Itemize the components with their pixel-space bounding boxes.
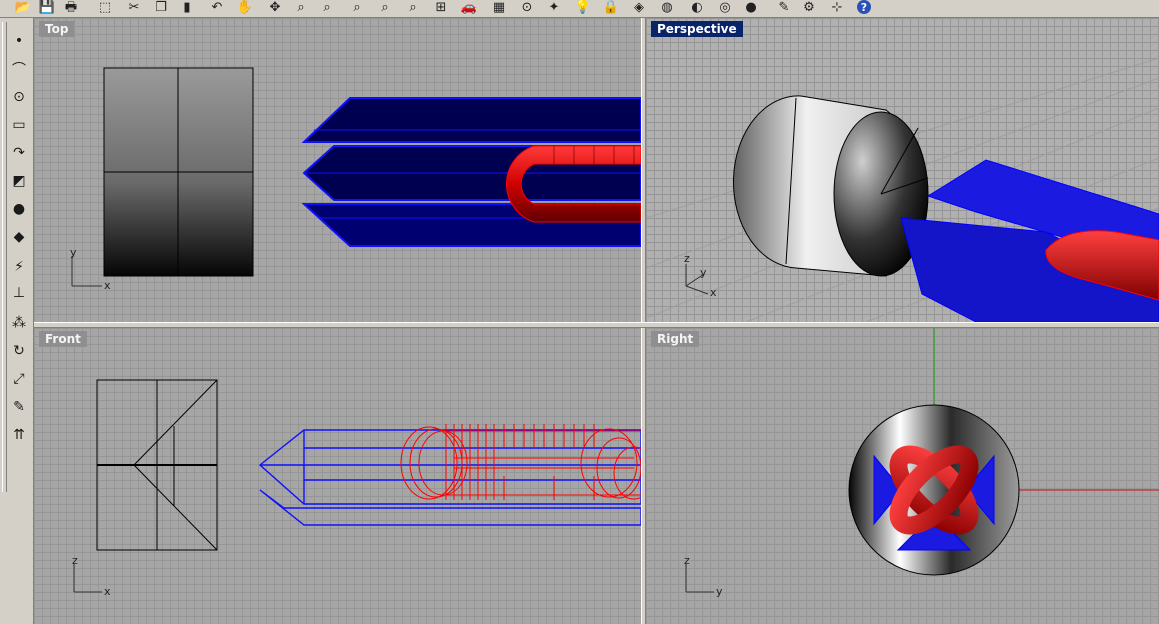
snap-icon[interactable]: ⊹	[828, 0, 846, 16]
left-tool-palette: • ⌒ ⊙ ▭ ↷ ◩ ● ◆ ⚡ ⊥ ⁂ ↻ ⤢ ✎ ⇈	[0, 18, 34, 624]
car-icon[interactable]: 🚗	[460, 0, 478, 16]
point-icon[interactable]: ⊙	[518, 0, 536, 16]
print-icon[interactable]: 🖶	[62, 0, 80, 16]
viewport-top[interactable]: Top y x	[34, 18, 641, 322]
viewport-right[interactable]: Right z y	[646, 328, 1159, 624]
dimension-tool-icon[interactable]: ⊥	[8, 282, 30, 304]
lightbulb-icon[interactable]: 💡	[574, 0, 592, 16]
undo-icon[interactable]: ↶	[208, 0, 226, 16]
svg-text:?: ?	[861, 1, 867, 14]
rotate-view-icon[interactable]: ✥	[266, 0, 284, 16]
arc-tool-icon[interactable]: ↷	[8, 142, 30, 164]
cut-icon[interactable]: ✂	[125, 0, 143, 16]
save-icon[interactable]: 💾	[38, 0, 56, 16]
array-tool-icon[interactable]: ⇈	[8, 424, 30, 446]
perspective-view-geometry	[646, 57, 1159, 322]
viewport-label-perspective[interactable]: Perspective	[651, 21, 743, 37]
viewport-label-front: Front	[39, 331, 87, 347]
axis-label-y: y	[700, 266, 707, 279]
grid-icon[interactable]: ▦	[490, 0, 508, 16]
copy-icon[interactable]: ❐	[152, 0, 170, 16]
zoom-icon[interactable]: ⌕	[292, 0, 310, 16]
zoom-all-icon[interactable]: ⌕	[404, 0, 422, 16]
axis-label-z: z	[72, 554, 78, 567]
pencil-icon[interactable]: ✎	[775, 0, 793, 16]
gear-icon[interactable]: ⚙	[800, 0, 818, 16]
rotate-tool-icon[interactable]: ↻	[8, 340, 30, 362]
layer-icon[interactable]: ◈	[630, 0, 648, 16]
zoom-extents-icon[interactable]: ⌕	[348, 0, 366, 16]
rectangle-tool-icon[interactable]: ▭	[8, 114, 30, 136]
point-tool-icon[interactable]: •	[8, 30, 30, 52]
main-toolbar: 📂 💾 🖶 ⬚ ✂ ❐ ▮ ↶ ✋ ✥ ⌕ ⌕ ⌕ ⌕ ⌕ ⊞ 🚗 ▦ ⊙ ✦ …	[0, 0, 1159, 18]
pan-icon[interactable]: ✋	[236, 0, 254, 16]
mesh-tool-icon[interactable]: ◆	[8, 226, 30, 248]
zoom-window-icon[interactable]: ⌕	[318, 0, 336, 16]
axis-indicator-top	[71, 256, 102, 287]
viewport-label-right: Right	[651, 331, 700, 347]
viewport-label-top[interactable]: Top	[39, 21, 75, 37]
right-view-geometry	[685, 328, 1159, 593]
viewport-perspective[interactable]: Perspective z y x	[646, 18, 1159, 322]
solid-tool-icon[interactable]: ●	[8, 198, 30, 220]
palette-grip[interactable]	[2, 22, 7, 492]
help-icon[interactable]: ?	[855, 0, 873, 16]
surface-tool-icon[interactable]: ◩	[8, 170, 30, 192]
select-icon[interactable]: ✦	[545, 0, 563, 16]
render-icon[interactable]: ◎	[716, 0, 734, 16]
axis-label-z: z	[684, 252, 690, 265]
axis-label-y: y	[716, 585, 723, 598]
axis-indicator-front	[73, 564, 102, 593]
axis-label-z: z	[684, 554, 690, 567]
export-icon[interactable]: ⬚	[96, 0, 114, 16]
viewport-splitter-vertical[interactable]	[641, 18, 646, 624]
zoom-selected-icon[interactable]: ⌕	[376, 0, 394, 16]
four-viewports-icon[interactable]: ⊞	[432, 0, 450, 16]
curve-tool-icon[interactable]: ⌒	[8, 58, 30, 80]
lightning-tool-icon[interactable]: ⚡	[8, 256, 30, 278]
scale-tool-icon[interactable]: ⤢	[8, 368, 30, 390]
render-sphere-icon[interactable]: ●	[742, 0, 760, 16]
transform-tool-icon[interactable]: ⁂	[8, 312, 30, 334]
color-icon[interactable]: ◍	[658, 0, 676, 16]
paste-icon[interactable]: ▮	[178, 0, 196, 16]
axis-label-y: y	[70, 246, 77, 259]
axis-label-x: x	[710, 286, 717, 299]
cylinder-front-view	[96, 379, 218, 551]
blade-1	[301, 97, 641, 143]
axis-label-x: x	[104, 585, 111, 598]
sphere-icon[interactable]: ◐	[688, 0, 706, 16]
front-view-geometry	[73, 379, 641, 593]
viewport-splitter-horizontal[interactable]	[34, 322, 1159, 328]
circle-tool-icon[interactable]: ⊙	[8, 86, 30, 108]
edit-tool-icon[interactable]: ✎	[8, 396, 30, 418]
red-pipe-front-view	[400, 424, 641, 500]
viewport-front[interactable]: Front z x	[34, 328, 641, 624]
open-file-icon[interactable]: 📂	[14, 0, 32, 16]
top-view-geometry	[71, 67, 641, 287]
axis-indicator-right	[685, 564, 714, 593]
axis-label-x: x	[104, 279, 111, 292]
lock-icon[interactable]: 🔒	[602, 0, 620, 16]
